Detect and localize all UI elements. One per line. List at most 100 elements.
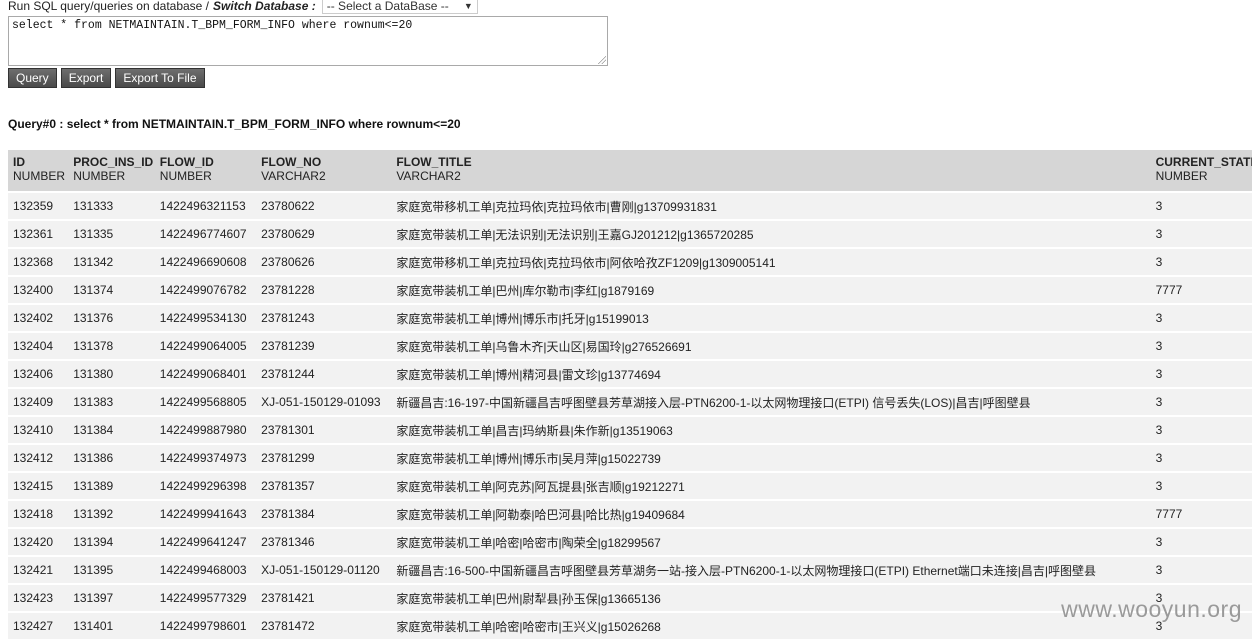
action-toolbar: Query Export Export To File bbox=[8, 68, 205, 88]
table-cell: 家庭宽带装机工单|阿勒泰|哈巴河县|哈比热|g19409684 bbox=[391, 501, 1150, 527]
table-cell: XJ-051-150129-01120 bbox=[256, 557, 391, 583]
table-cell: 家庭宽带装机工单|巴州|库尔勒市|李红|g1879169 bbox=[391, 277, 1150, 303]
table-cell: 132423 bbox=[8, 585, 68, 611]
table-cell: 3 bbox=[1151, 417, 1252, 443]
table-cell: 131374 bbox=[68, 277, 155, 303]
sql-query-textarea[interactable]: select * from NETMAINTAIN.T_BPM_FORM_INF… bbox=[8, 16, 608, 66]
table-cell: 家庭宽带装机工单|哈密|哈密市|王兴义|g15026268 bbox=[391, 613, 1150, 639]
export-to-file-button[interactable]: Export To File bbox=[115, 68, 204, 88]
table-cell: 131384 bbox=[68, 417, 155, 443]
column-type: VARCHAR2 bbox=[396, 169, 1145, 183]
column-header-flow-title: FLOW_TITLEVARCHAR2 bbox=[391, 150, 1150, 191]
table-cell: 132427 bbox=[8, 613, 68, 639]
database-switch-bar: Run SQL query/queries on database / Swit… bbox=[8, 0, 478, 15]
column-header-id: IDNUMBER bbox=[8, 150, 68, 191]
table-cell: 3 bbox=[1151, 305, 1252, 331]
table-cell: 23781243 bbox=[256, 305, 391, 331]
table-cell: 1422499064005 bbox=[155, 333, 256, 359]
table-cell: 131394 bbox=[68, 529, 155, 555]
sql-query-text: select * from NETMAINTAIN.T_BPM_FORM_INF… bbox=[12, 19, 412, 32]
table-row: 132418131392142249994164323781384家庭宽带装机工… bbox=[8, 501, 1252, 527]
column-name: PROC_INS_ID bbox=[73, 155, 150, 169]
table-cell: 1422499568805 bbox=[155, 389, 256, 415]
table-cell: 132368 bbox=[8, 249, 68, 275]
table-cell: 3 bbox=[1151, 361, 1252, 387]
column-header-current-state: CURRENT_STATENUMBER bbox=[1151, 150, 1252, 191]
table-cell: 1422496321153 bbox=[155, 193, 256, 219]
table-cell: 家庭宽带移机工单|克拉玛依|克拉玛依市|曹刚|g13709931831 bbox=[391, 193, 1150, 219]
table-row: 132406131380142249906840123781244家庭宽带装机工… bbox=[8, 361, 1252, 387]
table-cell: 131342 bbox=[68, 249, 155, 275]
column-type: NUMBER bbox=[160, 169, 251, 183]
table-cell: 3 bbox=[1151, 389, 1252, 415]
table-cell: 132404 bbox=[8, 333, 68, 359]
table-cell: 1422499887980 bbox=[155, 417, 256, 443]
table-cell: 1422499798601 bbox=[155, 613, 256, 639]
table-cell: 3 bbox=[1151, 221, 1252, 247]
table-cell: 7777 bbox=[1151, 501, 1252, 527]
table-cell: XJ-051-150129-01093 bbox=[256, 389, 391, 415]
table-cell: 23780626 bbox=[256, 249, 391, 275]
query-button[interactable]: Query bbox=[8, 68, 57, 88]
table-cell: 1422499068401 bbox=[155, 361, 256, 387]
table-cell: 家庭宽带装机工单|博州|博乐市|吴月萍|g15022739 bbox=[391, 445, 1150, 471]
table-cell: 132359 bbox=[8, 193, 68, 219]
table-cell: 131389 bbox=[68, 473, 155, 499]
table-cell: 家庭宽带装机工单|哈密|哈密市|陶荣全|g18299567 bbox=[391, 529, 1150, 555]
table-cell: 131395 bbox=[68, 557, 155, 583]
resize-grip-icon[interactable] bbox=[598, 56, 606, 64]
table-header-row: IDNUMBERPROC_INS_IDNUMBERFLOW_IDNUMBERFL… bbox=[8, 150, 1252, 191]
column-name: FLOW_NO bbox=[261, 155, 386, 169]
table-cell: 132402 bbox=[8, 305, 68, 331]
result-table: IDNUMBERPROC_INS_IDNUMBERFLOW_IDNUMBERFL… bbox=[8, 148, 1252, 641]
switch-database-label: Switch Database : bbox=[213, 0, 316, 13]
table-cell: 132412 bbox=[8, 445, 68, 471]
table-cell: 3 bbox=[1151, 445, 1252, 471]
table-cell: 新疆昌吉:16-500-中国新疆昌吉呼图壁县芳草湖务一站-接入层-PTN6200… bbox=[391, 557, 1150, 583]
column-name: ID bbox=[13, 155, 63, 169]
table-cell: 132415 bbox=[8, 473, 68, 499]
column-type: NUMBER bbox=[73, 169, 150, 183]
database-select[interactable]: -- Select a DataBase -- ▼ bbox=[322, 0, 478, 14]
table-cell: 1422499641247 bbox=[155, 529, 256, 555]
table-cell: 23781301 bbox=[256, 417, 391, 443]
export-button[interactable]: Export bbox=[61, 68, 112, 88]
table-cell: 132406 bbox=[8, 361, 68, 387]
table-row: 132400131374142249907678223781228家庭宽带装机工… bbox=[8, 277, 1252, 303]
table-cell: 家庭宽带装机工单|阿克苏|阿瓦提县|张吉顺|g19212271 bbox=[391, 473, 1150, 499]
table-cell: 1422496774607 bbox=[155, 221, 256, 247]
column-type: VARCHAR2 bbox=[261, 169, 386, 183]
table-cell: 1422499374973 bbox=[155, 445, 256, 471]
table-cell: 家庭宽带移机工单|克拉玛依|克拉玛依市|阿依哈孜ZF1209|g13090051… bbox=[391, 249, 1150, 275]
table-cell: 131378 bbox=[68, 333, 155, 359]
table-cell: 1422499076782 bbox=[155, 277, 256, 303]
column-name: FLOW_ID bbox=[160, 155, 251, 169]
table-cell: 23781299 bbox=[256, 445, 391, 471]
table-cell: 23781244 bbox=[256, 361, 391, 387]
column-header-flow-no: FLOW_NOVARCHAR2 bbox=[256, 150, 391, 191]
table-cell: 131386 bbox=[68, 445, 155, 471]
table-cell: 23781346 bbox=[256, 529, 391, 555]
table-row: 1324091313831422499568805XJ-051-150129-0… bbox=[8, 389, 1252, 415]
table-row: 132368131342142249669060823780626家庭宽带移机工… bbox=[8, 249, 1252, 275]
chevron-down-icon: ▼ bbox=[464, 1, 473, 11]
table-cell: 131392 bbox=[68, 501, 155, 527]
result-table-container: IDNUMBERPROC_INS_IDNUMBERFLOW_IDNUMBERFL… bbox=[8, 148, 1252, 641]
table-cell: 131333 bbox=[68, 193, 155, 219]
table-cell: 131383 bbox=[68, 389, 155, 415]
table-cell: 23780629 bbox=[256, 221, 391, 247]
column-type: NUMBER bbox=[13, 169, 63, 183]
table-cell: 23781357 bbox=[256, 473, 391, 499]
table-cell: 132420 bbox=[8, 529, 68, 555]
table-cell: 家庭宽带装机工单|博州|精河县|雷文珍|g13774694 bbox=[391, 361, 1150, 387]
table-cell: 131397 bbox=[68, 585, 155, 611]
table-cell: 131376 bbox=[68, 305, 155, 331]
table-row: 132415131389142249929639823781357家庭宽带装机工… bbox=[8, 473, 1252, 499]
table-cell: 3 bbox=[1151, 249, 1252, 275]
table-cell: 1422496690608 bbox=[155, 249, 256, 275]
table-cell: 23781239 bbox=[256, 333, 391, 359]
table-cell: 3 bbox=[1151, 333, 1252, 359]
table-cell: 132421 bbox=[8, 557, 68, 583]
table-cell: 1422499468003 bbox=[155, 557, 256, 583]
table-cell: 132361 bbox=[8, 221, 68, 247]
